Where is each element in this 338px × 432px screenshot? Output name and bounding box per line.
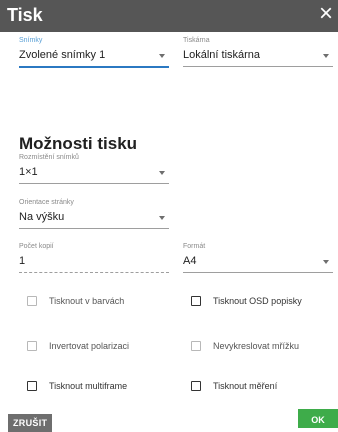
checkbox-colors[interactable]: Tisknout v barvách [27,296,124,306]
snimky-value[interactable]: Zvolené snímky 1 [19,48,169,68]
checkbox-icon[interactable] [27,296,37,306]
checkbox-label: Invertovat polarizaci [49,341,130,351]
chevron-down-icon [323,260,329,264]
checkbox-icon[interactable] [27,341,37,351]
checkbox-icon[interactable] [191,296,201,306]
close-icon[interactable]: × [314,2,338,27]
copies-value[interactable]: 1 [19,254,169,273]
options-title: Možnosti tisku [19,134,138,153]
dialog-titlebar: Tisk × [0,0,338,32]
cancel-button[interactable]: ZRUŠIT [8,414,53,432]
checkbox-osd[interactable]: Tisknout OSD popisky [191,296,302,306]
tiskarna-label: Tiskárna [183,37,210,44]
dialog-title: Tisk [7,5,43,25]
checkbox-invert[interactable]: Invertovat polarizaci [27,341,129,351]
snimky-value-text: Zvolené snímky 1 [19,49,106,61]
copies-label: Počet kopií [19,243,54,250]
format-value-text: A4 [183,255,197,267]
chevron-down-icon [323,54,329,58]
copies-input[interactable]: Počet kopií 1 [19,243,169,273]
checkbox-grid[interactable]: Nevykreslovat mřížku [191,341,299,351]
layout-value-text: 1×1 [19,166,38,178]
tiskarna-select[interactable]: Tiskárna Lokální tiskárna [183,37,333,67]
checkbox-icon[interactable] [191,341,201,351]
checkbox-label: Tisknout OSD popisky [213,296,302,306]
checkbox-multiframe[interactable]: Tisknout multiframe [27,381,127,391]
checkbox-label: Nevykreslovat mřížku [213,341,300,351]
orientation-value-text: Na výšku [19,211,65,223]
orientation-value[interactable]: Na výšku [19,210,169,229]
orientation-select[interactable]: Orientace stránky Na výšku [19,199,169,229]
tiskarna-value[interactable]: Lokální tiskárna [183,48,333,67]
chevron-down-icon [159,54,165,58]
layout-value[interactable]: 1×1 [19,165,169,184]
format-label: Formát [183,243,206,250]
snimky-select[interactable]: Snímky Zvolené snímky 1 [19,37,169,68]
checkbox-label: Tisknout v barvách [49,296,125,306]
chevron-down-icon [159,171,165,175]
checkbox-label: Tisknout multiframe [49,381,128,391]
format-select[interactable]: Formát A4 [183,243,333,273]
orientation-label: Orientace stránky [19,199,74,206]
ok-button[interactable]: OK [298,409,338,428]
checkbox-icon[interactable] [27,381,37,391]
layout-label: Rozmístění snímků [19,154,79,161]
checkbox-label: Tisknout měření [213,381,278,391]
checkbox-icon[interactable] [191,381,201,391]
layout-select[interactable]: Rozmístění snímků 1×1 [19,154,169,184]
snimky-label: Snímky [19,37,43,44]
chevron-down-icon [159,216,165,220]
tiskarna-value-text: Lokální tiskárna [183,49,261,61]
format-value[interactable]: A4 [183,254,333,273]
checkbox-measure[interactable]: Tisknout měření [191,381,277,391]
